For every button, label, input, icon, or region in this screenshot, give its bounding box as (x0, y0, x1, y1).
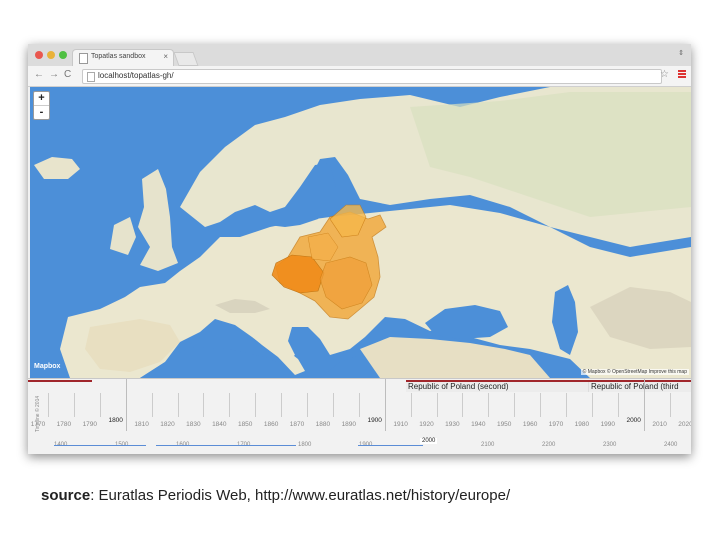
close-window-button[interactable] (35, 51, 43, 59)
tab-close-icon[interactable]: × (163, 52, 168, 61)
timeline-tick (540, 393, 542, 417)
timeline-year-label[interactable]: 1790 (83, 421, 97, 428)
timeline-tick (229, 393, 231, 417)
timeline-tick (410, 393, 412, 417)
reload-icon[interactable]: C (64, 69, 71, 80)
timeline-year-label[interactable]: 1900 (367, 417, 381, 424)
timeline-century-label[interactable]: 2000 (420, 438, 438, 444)
timeline-year-label[interactable]: 1770 (31, 421, 45, 428)
timeline-tick (566, 393, 567, 417)
timeline-range-segment (156, 445, 296, 446)
timeline-year-label[interactable]: 1910 (393, 421, 407, 428)
timeline-year-label[interactable]: 1960 (523, 421, 537, 428)
timeline-tick (462, 393, 464, 417)
timeline-tick (617, 393, 619, 417)
address-bar[interactable]: localhost/topatlas-gh/ (82, 69, 662, 84)
timeline-year-label[interactable]: 2020 (678, 421, 691, 428)
page-icon (87, 72, 95, 82)
timeline-year-label[interactable]: 2000 (626, 417, 640, 424)
map-view[interactable]: + - Mapbox © Mapbox © OpenStreetMap Impr… (30, 87, 691, 378)
timeline-tick (643, 379, 645, 431)
back-arrow-icon[interactable]: ← (34, 69, 44, 80)
timeline-tick (332, 393, 334, 417)
period-label[interactable]: Republic of Poland (third (588, 382, 691, 392)
timeline-year-label[interactable]: 1820 (160, 421, 174, 428)
timeline-century-label[interactable]: 2400 (664, 442, 677, 448)
timeline-year-label[interactable]: 2010 (652, 421, 666, 428)
caption-text: : Euratlas Periodis Web, http://www.eura… (90, 487, 511, 504)
timeline-tick (48, 393, 49, 417)
timeline-tick (307, 393, 308, 417)
window-resize-icon[interactable]: ⇕ (677, 49, 685, 57)
timeline-year-label[interactable]: 1830 (186, 421, 200, 428)
timeline-year-label[interactable]: 1870 (290, 421, 304, 428)
timeline-year-label[interactable]: 1940 (471, 421, 485, 428)
timeline-year-label[interactable]: 1850 (238, 421, 252, 428)
timeline-tick (151, 393, 153, 417)
browser-toolbar: ← → C localhost/topatlas-gh/ ☆ (28, 66, 691, 87)
tab-title: Topatlas sandbox (91, 53, 146, 60)
zoom-out-button[interactable]: - (34, 105, 49, 119)
timeline-tick (488, 393, 490, 417)
timeline-century-label[interactable]: 2200 (542, 442, 555, 448)
timeline-year-label[interactable]: 1880 (316, 421, 330, 428)
timeline-tick (591, 393, 593, 417)
timeline-tick (669, 393, 671, 417)
browser-tab[interactable]: Topatlas sandbox × (72, 49, 174, 67)
bookmark-star-icon[interactable]: ☆ (660, 69, 669, 80)
timeline-tick (514, 393, 516, 417)
timeline-tick (203, 393, 205, 417)
zoom-control: + - (33, 91, 50, 120)
timeline-range-segment (358, 445, 423, 446)
zoom-in-button[interactable]: + (34, 92, 49, 105)
timeline-tick (436, 393, 438, 417)
timeline-year-label[interactable]: 1800 (108, 417, 122, 424)
minimize-window-button[interactable] (47, 51, 55, 59)
maximize-window-button[interactable] (59, 51, 67, 59)
period-bar-left (28, 380, 92, 382)
mapbox-logo: Mapbox (34, 363, 61, 370)
timeline-year-label[interactable]: 1780 (57, 421, 71, 428)
timeline-tick (255, 393, 257, 417)
map-attribution[interactable]: © Mapbox © OpenStreetMap Improve this ma… (580, 369, 689, 375)
timeline-year-label[interactable]: 1950 (497, 421, 511, 428)
browser-window: Topatlas sandbox × ⇕ ← → C localhost/top… (28, 44, 691, 454)
timeline-year-label[interactable]: 1990 (601, 421, 615, 428)
timeline-year-label[interactable]: 1890 (342, 421, 356, 428)
source-caption: source: Euratlas Periodis Web, http://ww… (41, 487, 510, 504)
timeline-tick (281, 393, 283, 417)
url-text: localhost/topatlas-gh/ (98, 71, 174, 80)
timeline-range-segment (54, 445, 146, 446)
period-label[interactable]: Republic of Poland (second) (406, 382, 588, 392)
page-icon (79, 53, 88, 64)
timeline-century-label[interactable]: 1800 (298, 442, 311, 448)
timeline-tick (99, 393, 101, 417)
timeline-year-label[interactable]: 1920 (419, 421, 433, 428)
timeline-century-label[interactable]: 2300 (603, 442, 616, 448)
forward-arrow-icon[interactable]: → (49, 69, 59, 80)
timeline-century-label[interactable]: 2100 (481, 442, 494, 448)
caption-label: source (41, 487, 91, 504)
tab-strip: Topatlas sandbox × ⇕ (28, 44, 691, 67)
europe-map (30, 87, 691, 378)
timeline-panel[interactable]: Timeline © 2014 Republic of Poland (seco… (28, 378, 691, 454)
timeline-year-label[interactable]: 1860 (264, 421, 278, 428)
timeline-year-label[interactable]: 1970 (549, 421, 563, 428)
timeline-year-label[interactable]: 1840 (212, 421, 226, 428)
timeline-tick (125, 379, 127, 431)
timeline-year-label[interactable]: 1980 (575, 421, 589, 428)
timeline-tick (177, 393, 179, 417)
timeline-tick (384, 379, 386, 431)
timeline-tick (73, 393, 75, 417)
timeline-year-label[interactable]: 1810 (134, 421, 148, 428)
menu-icon[interactable] (678, 70, 686, 79)
timeline-year-label[interactable]: 1930 (445, 421, 459, 428)
new-tab-button[interactable] (173, 52, 199, 66)
timeline-tick (358, 393, 360, 417)
